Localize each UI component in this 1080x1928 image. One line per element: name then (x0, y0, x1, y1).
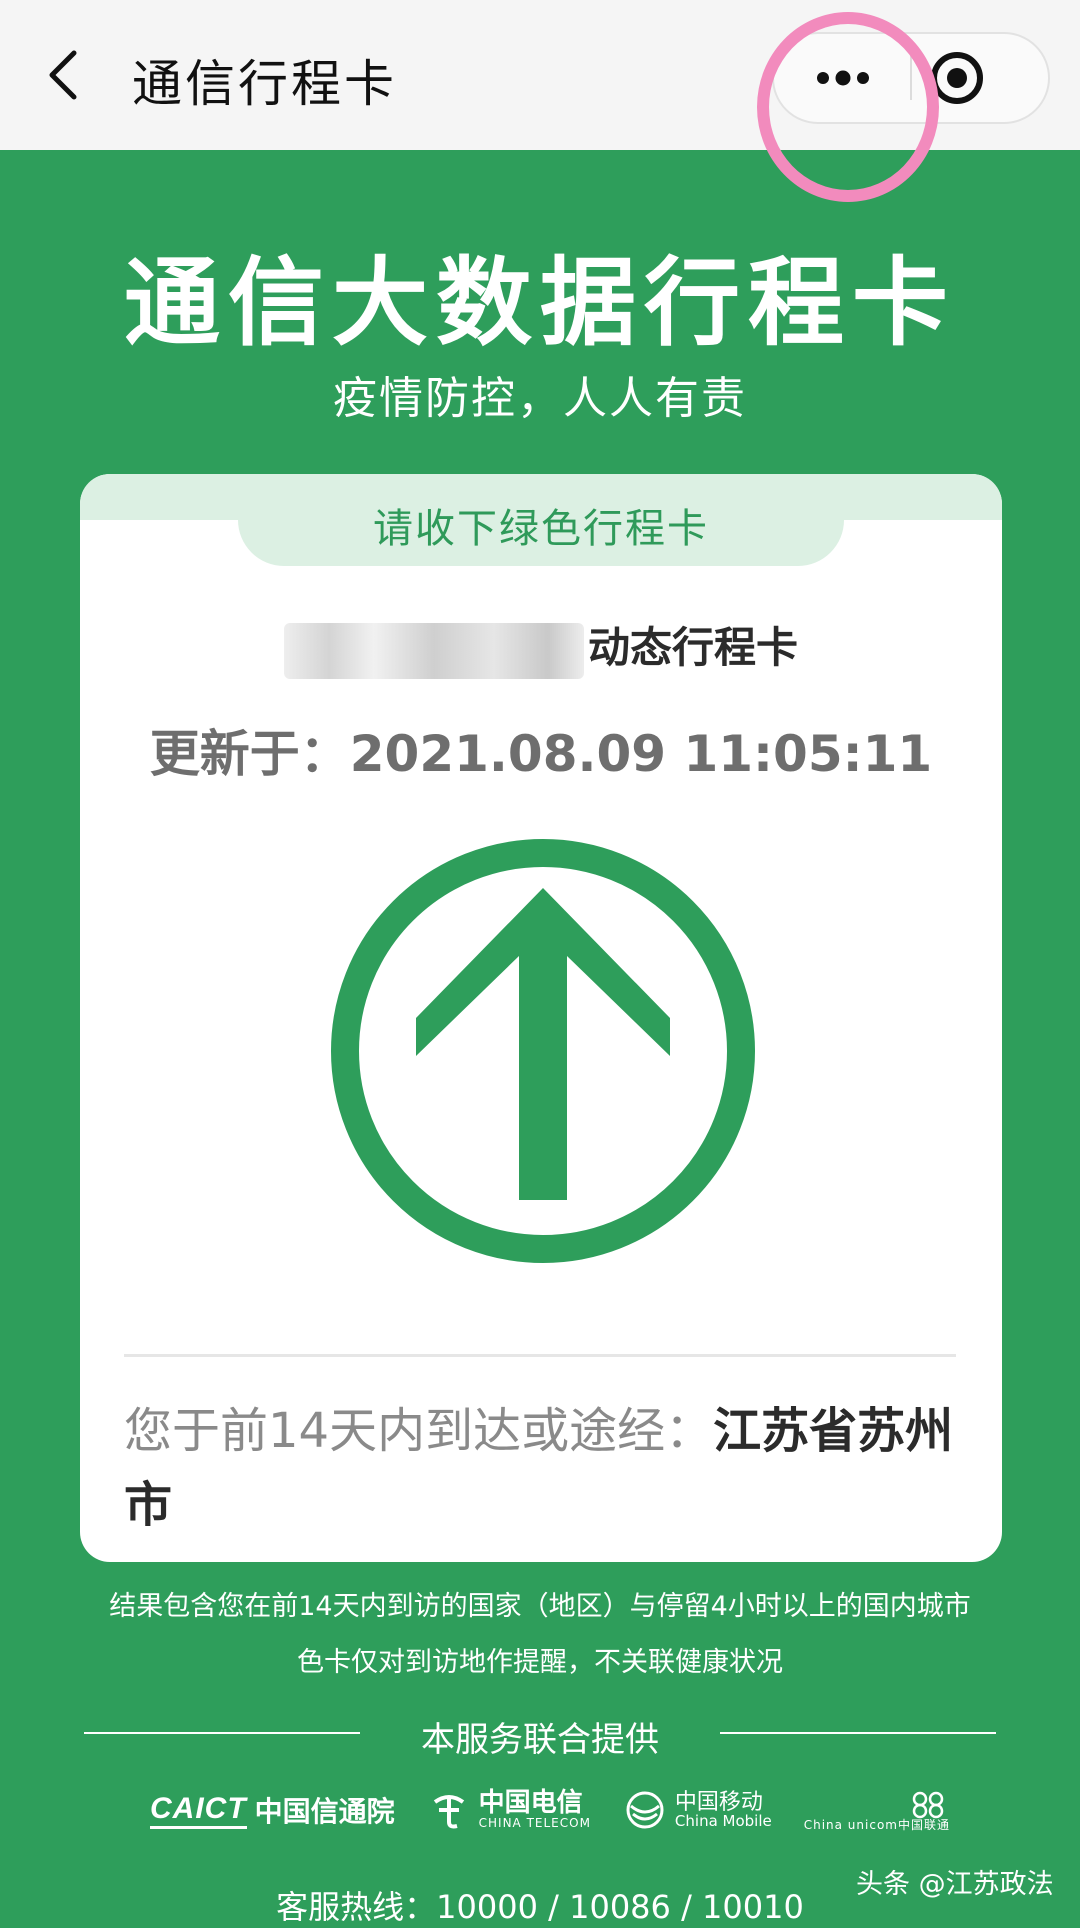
unicom-name: China unicom中国联通 (803, 1817, 950, 1832)
caict-name: 中国信通院 (254, 1795, 395, 1828)
result-note-2: 色卡仅对到访地作提醒，不关联健康状况 (297, 1647, 783, 1678)
mobile-cn-name: 中国移动 (674, 1789, 763, 1815)
highlight-annotation-circle (757, 12, 939, 202)
unicom-knot-icon (912, 1791, 944, 1818)
page-subtitle: 疫情防控，人人有责 (333, 373, 747, 424)
back-button[interactable] (40, 45, 90, 105)
mobile-en-name: China Mobile (674, 1811, 772, 1830)
provider-logos: CAICT 中国信通院 中国电信 CHINA TELECOM 中国移动 Chin… (150, 1780, 950, 1840)
result-note-1: 结果包含您在前14天内到访的国家（地区）与停留4小时以上的国内城市 (109, 1591, 971, 1622)
card-tab-label: 请收下绿色行程卡 (373, 506, 709, 552)
visited-info: 您于前14天内到达或途经：江苏省苏州市 (124, 1394, 964, 1542)
provider-label: 本服务联合提供 (421, 1720, 659, 1760)
caict-logo: CAICT 中国信通院 (150, 1790, 395, 1830)
china-mobile-logo: 中国移动 China Mobile (623, 1788, 772, 1832)
up-arrow-circle-icon (331, 839, 755, 1263)
provider-divider-right (720, 1732, 996, 1734)
mobile-icon (626, 1791, 664, 1829)
nav-bar: 通信行程卡 (0, 0, 1080, 202)
visited-prefix: 您于前14天内到达或途经： (124, 1403, 714, 1459)
nav-title: 通信行程卡 (132, 55, 397, 113)
telecom-en-name: CHINA TELECOM (478, 1816, 591, 1831)
chevron-left-icon (49, 50, 77, 100)
itinerary-card: 请收下绿色行程卡 动态行程卡 更新于：2021.08.09 11:05:11 您… (80, 474, 1002, 1562)
update-time: 更新于：2021.08.09 11:05:11 (149, 725, 933, 783)
caict-mark: CAICT (150, 1792, 247, 1829)
watermark: 头条 @江苏政法 (856, 1869, 1054, 1900)
card-owner-line: 动态行程卡 (80, 614, 1002, 679)
card-divider (124, 1354, 956, 1357)
telecom-icon (433, 1795, 464, 1829)
redacted-phone-number (283, 622, 584, 679)
page-title: 通信大数据行程卡 (124, 247, 956, 359)
telecom-cn-name: 中国电信 (478, 1788, 583, 1819)
china-unicom-logo: China unicom中国联通 (804, 1789, 950, 1832)
owner-line-suffix: 动态行程卡 (587, 623, 798, 672)
china-telecom-logo: 中国电信 CHINA TELECOM (427, 1788, 591, 1832)
